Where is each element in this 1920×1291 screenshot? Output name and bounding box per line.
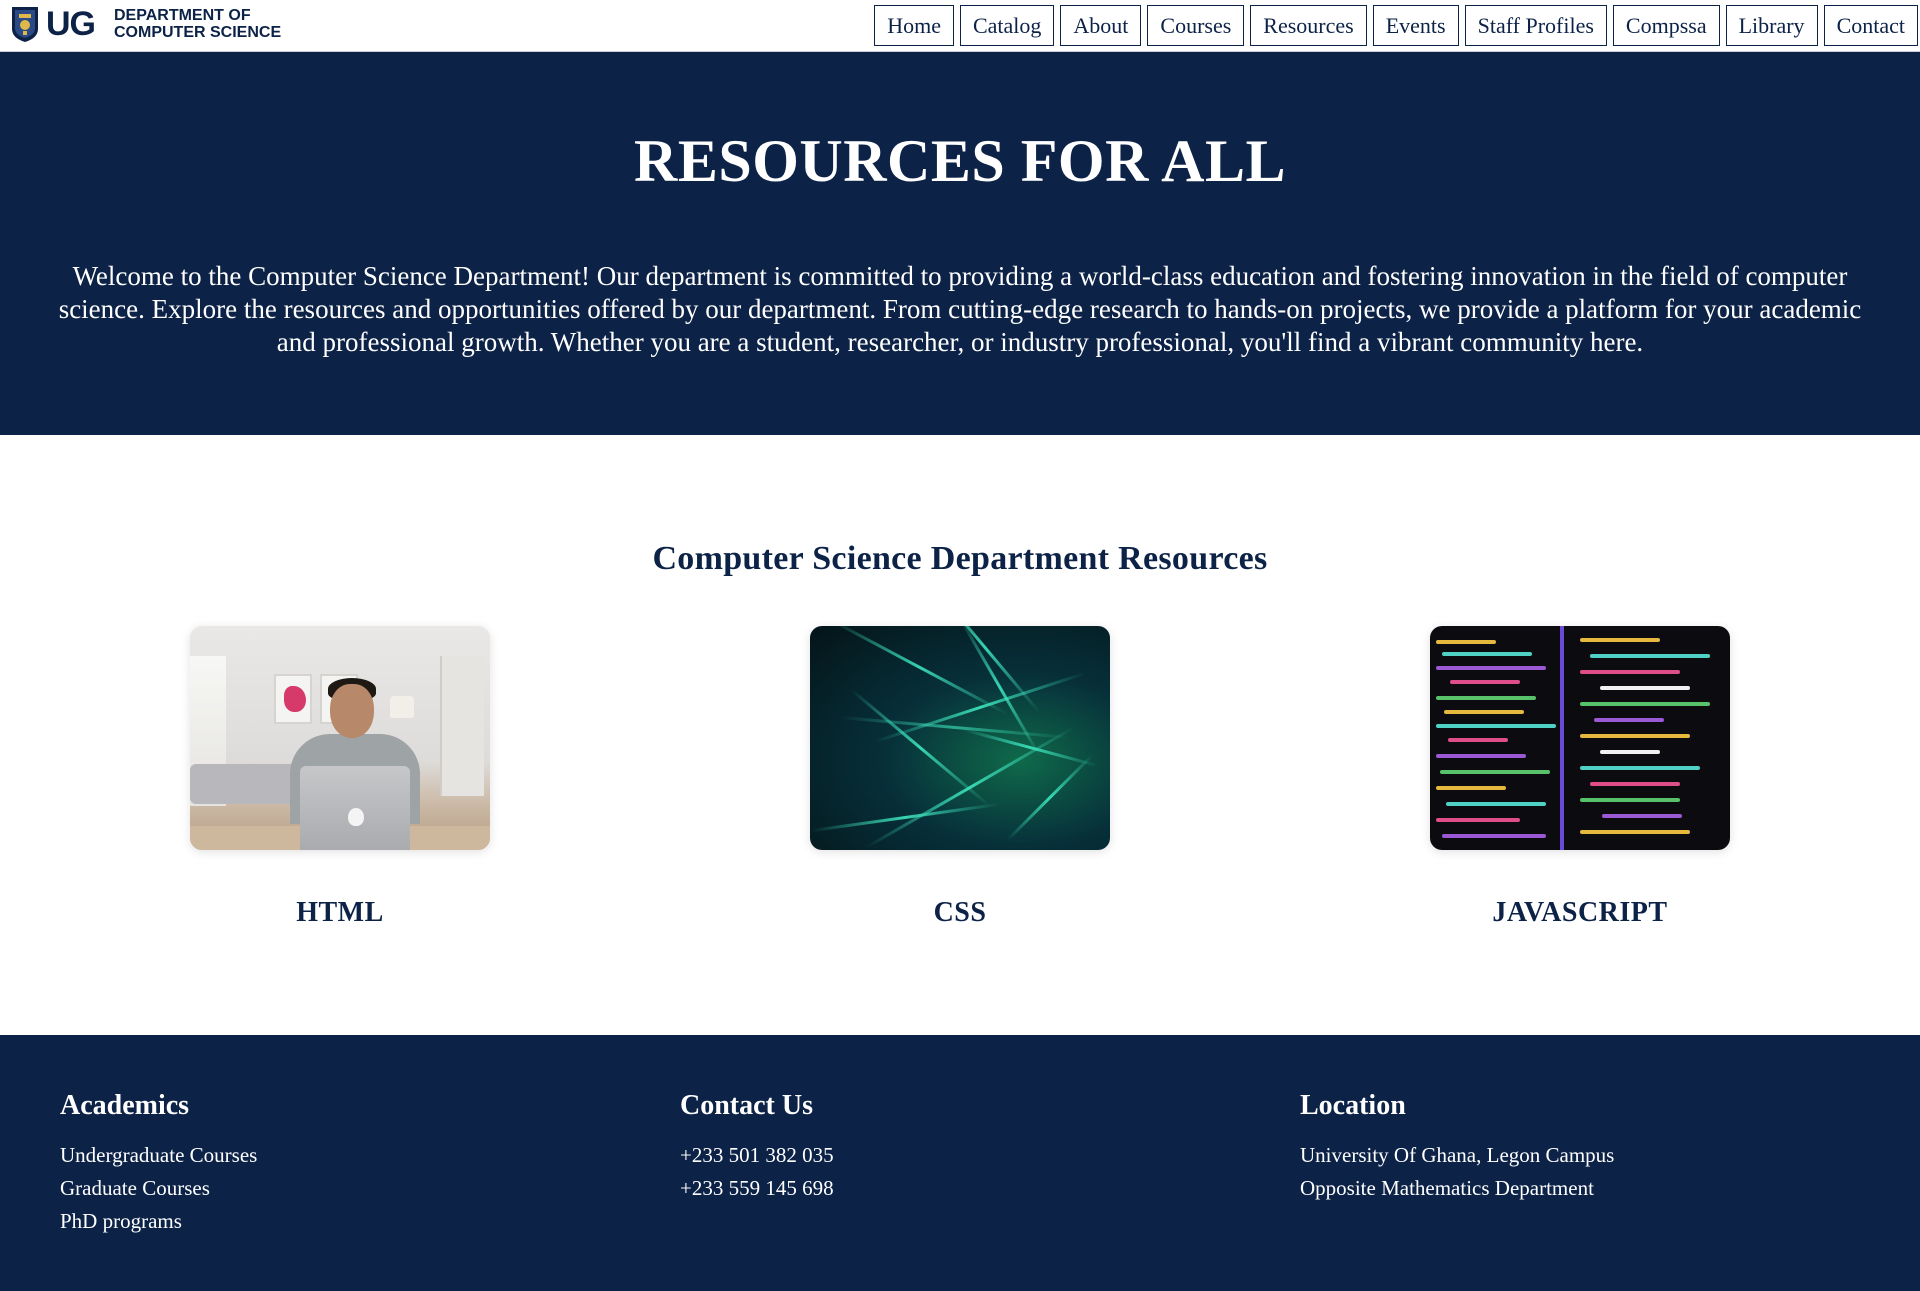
footer-address-2: Opposite Mathematics Department [1300, 1176, 1594, 1200]
nav-library[interactable]: Library [1725, 5, 1818, 46]
person-laptop-image[interactable] [190, 626, 490, 850]
nav-resources[interactable]: Resources [1250, 5, 1367, 46]
logo-ug: UG [46, 5, 96, 43]
footer-phone-1: +233 501 382 035 [680, 1143, 834, 1167]
footer-link-phd[interactable]: PhD programs [60, 1205, 257, 1238]
footer-phone-2: +233 559 145 698 [680, 1176, 834, 1200]
hero-title: RESOURCES FOR ALL [634, 128, 1286, 194]
code-screen-image[interactable] [1430, 626, 1730, 850]
resource-card-javascript[interactable]: JAVASCRIPT [1430, 626, 1730, 928]
site-header: UG DEPARTMENT OF COMPUTER SCIENCE Home C… [0, 0, 1920, 52]
department-name: DEPARTMENT OF COMPUTER SCIENCE [114, 7, 281, 41]
nav-courses[interactable]: Courses [1147, 5, 1245, 46]
nav-staff-profiles[interactable]: Staff Profiles [1464, 5, 1607, 46]
footer-contact: Contact Us +233 501 382 035 +233 559 145… [680, 1087, 834, 1205]
hero-banner: RESOURCES FOR ALL Welcome to the Compute… [0, 52, 1920, 435]
main-nav: Home Catalog About Courses Resources Eve… [874, 5, 1918, 46]
footer-location-title: Location [1300, 1090, 1406, 1121]
department-line-1: DEPARTMENT OF [114, 7, 251, 24]
resource-card-html[interactable]: HTML [190, 626, 490, 928]
resource-label-css[interactable]: CSS [760, 897, 1160, 929]
nav-home[interactable]: Home [874, 5, 954, 46]
resource-card-css[interactable]: CSS [810, 626, 1110, 928]
footer-link-graduate[interactable]: Graduate Courses [60, 1172, 257, 1205]
nav-events[interactable]: Events [1372, 5, 1459, 46]
nav-about[interactable]: About [1060, 5, 1142, 46]
university-crest-icon [10, 5, 40, 43]
apple-logo-icon [348, 808, 364, 826]
footer-academics-title: Academics [60, 1090, 190, 1121]
footer-academics: Academics Undergraduate Courses Graduate… [60, 1087, 257, 1238]
light-streaks-image[interactable] [810, 626, 1110, 850]
footer-location: Location University Of Ghana, Legon Camp… [1300, 1087, 1614, 1205]
department-line-2: COMPUTER SCIENCE [114, 24, 282, 41]
footer-link-undergraduate[interactable]: Undergraduate Courses [60, 1139, 257, 1172]
hero-intro: Welcome to the Computer Science Departme… [58, 261, 1862, 357]
resources-title: Computer Science Department Resources [652, 540, 1268, 577]
logo[interactable]: UG DEPARTMENT OF COMPUTER SCIENCE [10, 4, 281, 44]
site-footer: Academics Undergraduate Courses Graduate… [0, 1035, 1920, 1291]
nav-catalog[interactable]: Catalog [959, 5, 1055, 46]
nav-contact[interactable]: Contact [1823, 5, 1918, 46]
resource-label-html[interactable]: HTML [140, 897, 540, 929]
nav-compssa[interactable]: Compssa [1612, 5, 1720, 46]
footer-address-1: University Of Ghana, Legon Campus [1300, 1143, 1615, 1167]
footer-contact-title: Contact Us [680, 1090, 813, 1121]
resource-label-javascript[interactable]: JAVASCRIPT [1380, 897, 1780, 929]
